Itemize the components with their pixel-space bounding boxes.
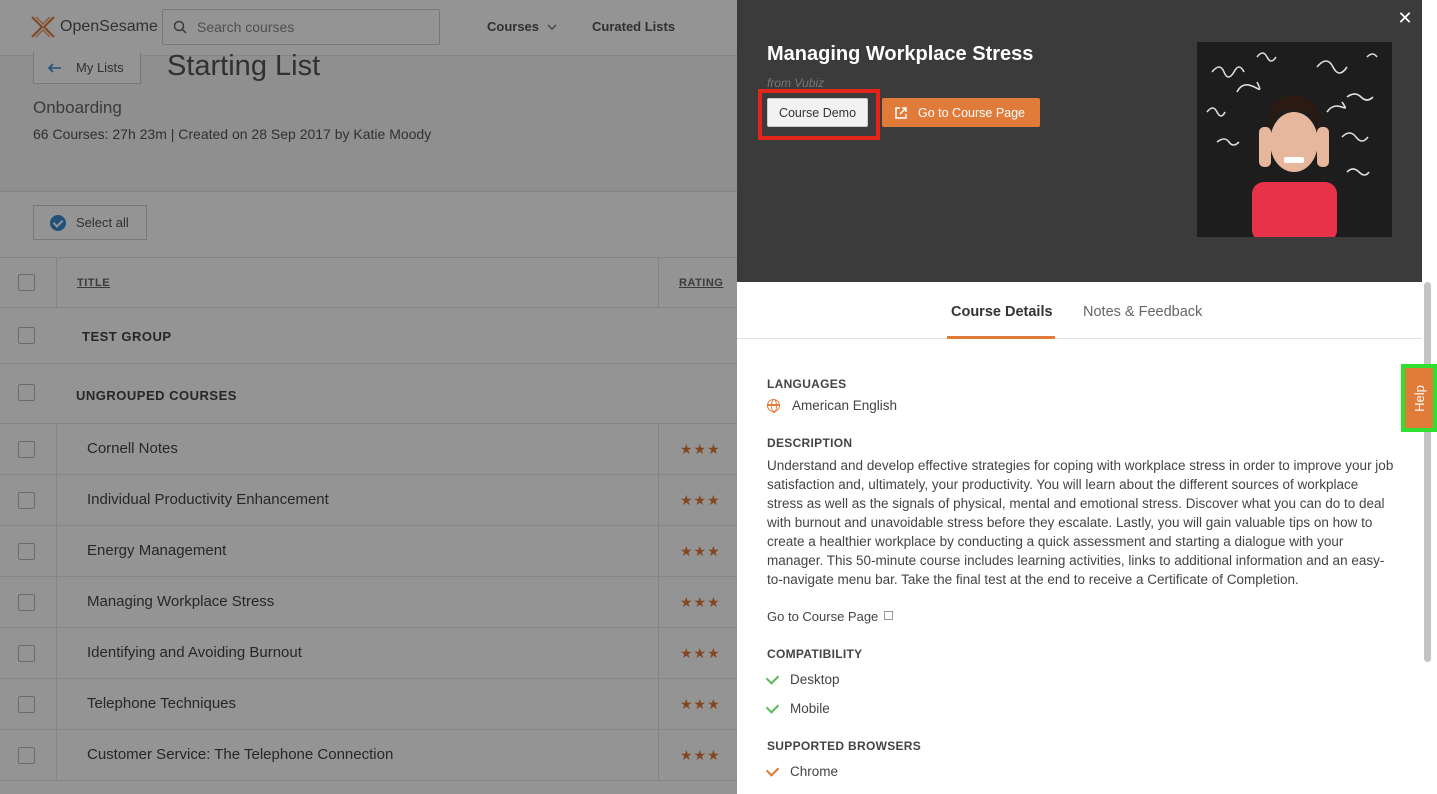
globe-icon xyxy=(767,399,780,413)
panel-tabs: Course Details Notes & Feedback xyxy=(737,282,1422,339)
external-link-icon xyxy=(884,611,894,620)
help-label: Help xyxy=(1411,384,1427,412)
language-item: American English xyxy=(767,398,897,413)
compat-item: Mobile xyxy=(765,699,830,716)
close-icon[interactable]: ✕ xyxy=(1395,8,1415,28)
compatibility-heading: COMPATIBILITY xyxy=(767,647,863,661)
browser-label: Chrome xyxy=(790,764,839,779)
check-icon xyxy=(765,699,780,714)
course-page-link-label[interactable]: Go to Course Page xyxy=(767,609,878,624)
highlight-box-red xyxy=(758,89,880,140)
panel-header: ✕ Managing Workplace Stress from Vubiz C… xyxy=(737,0,1422,282)
tab-notes-feedback[interactable]: Notes & Feedback xyxy=(1083,304,1202,320)
modal-overlay[interactable] xyxy=(0,0,737,794)
description-heading: DESCRIPTION xyxy=(767,436,853,450)
browser-item: Chrome xyxy=(765,762,839,779)
browsers-heading: SUPPORTED BROWSERS xyxy=(767,739,922,753)
language-label: American English xyxy=(792,398,898,413)
active-tab-indicator xyxy=(947,336,1055,339)
course-image xyxy=(1197,42,1392,237)
compat-item: Desktop xyxy=(765,670,840,687)
go-to-course-page-button[interactable]: Go to Course Page xyxy=(882,98,1040,127)
go-button-label: Go to Course Page xyxy=(918,105,1026,120)
course-description: Understand and develop effective strateg… xyxy=(767,458,1394,587)
course-detail-panel: ✕ Managing Workplace Stress from Vubiz C… xyxy=(737,0,1437,794)
languages-heading: LANGUAGES xyxy=(767,377,847,391)
compat-label: Mobile xyxy=(790,701,830,716)
check-icon xyxy=(765,670,780,685)
tab-course-details[interactable]: Course Details xyxy=(951,304,1053,320)
compat-label: Desktop xyxy=(790,672,840,687)
course-thumbnail-image xyxy=(1197,42,1392,237)
external-link-icon xyxy=(895,106,907,119)
course-page-link[interactable]: Go to Course Page xyxy=(767,609,894,624)
course-title: Managing Workplace Stress xyxy=(767,43,1034,65)
course-provider: from Vubiz xyxy=(767,76,825,90)
check-icon xyxy=(765,762,780,777)
help-tab-button[interactable]: Help xyxy=(1401,364,1437,432)
panel-scrollbar[interactable] xyxy=(1424,282,1431,662)
